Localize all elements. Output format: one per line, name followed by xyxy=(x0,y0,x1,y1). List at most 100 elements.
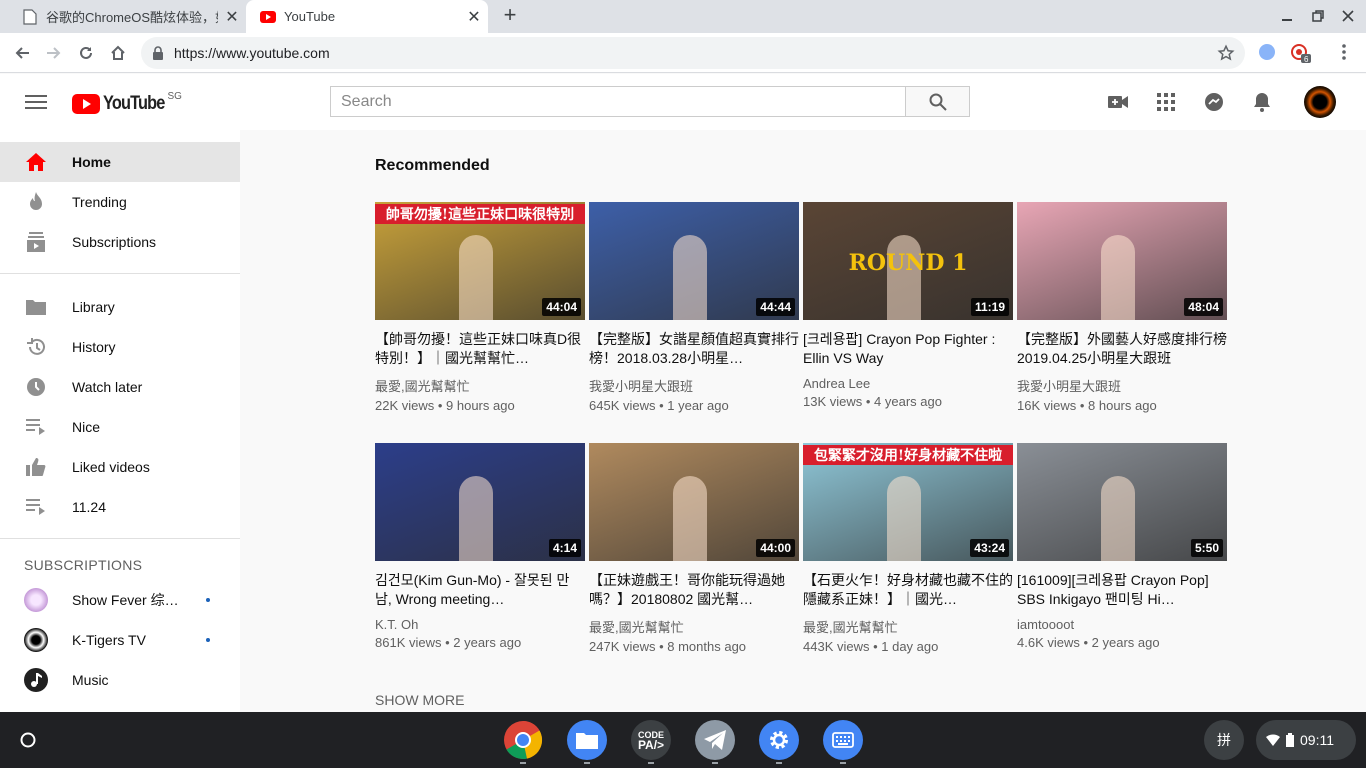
video-card[interactable]: 44:44 【完整版】女諧星顏值超真實排行榜！2018.03.28小明星… 我愛小明… xyxy=(589,202,799,413)
new-tab-button[interactable]: + xyxy=(498,4,522,28)
files-icon[interactable] xyxy=(567,720,607,760)
sidebar-item-history[interactable]: History xyxy=(0,327,240,367)
video-title[interactable]: 【完整版】外國藝人好感度排行榜2019.04.25小明星大跟班 xyxy=(1017,330,1227,368)
telegram-icon[interactable] xyxy=(695,720,735,760)
video-title[interactable]: 김건모(Kim Gun-Mo) - 잘못된 만남, Wrong meeting… xyxy=(375,571,585,609)
video-meta: 247K views • 8 months ago xyxy=(589,639,747,654)
account-avatar[interactable] xyxy=(1304,86,1336,118)
sidebar-item-liked-videos[interactable]: Liked videos xyxy=(0,447,240,487)
video-duration: 44:00 xyxy=(756,539,795,557)
forward-icon[interactable] xyxy=(42,41,66,65)
sidebar-item-home[interactable]: Home xyxy=(0,142,240,182)
playlist-icon xyxy=(24,495,48,519)
video-card[interactable]: 5:50 [161009][크레용팝 Crayon Pop] SBS Inkiga… xyxy=(1017,443,1227,650)
video-thumbnail[interactable]: 5:50 xyxy=(1017,443,1227,561)
close-tab-icon[interactable]: ✕ xyxy=(460,7,488,27)
subscription-label: Show Fever 综… xyxy=(72,592,179,608)
input-method-indicator[interactable]: 拼 xyxy=(1204,720,1244,760)
video-thumbnail[interactable]: 4:14 xyxy=(375,443,585,561)
channel-name[interactable]: 最愛,國光幫幫忙 xyxy=(375,376,585,395)
channel-name[interactable]: 我愛小明星大跟班 xyxy=(589,376,799,395)
video-title[interactable]: 【帥哥勿擾！這些正妹口味真D很特別！】｜國光幫幫忙… xyxy=(375,330,585,368)
video-card[interactable]: 48:04 【完整版】外國藝人好感度排行榜2019.04.25小明星大跟班我愛小明… xyxy=(1017,202,1227,413)
video-thumbnail[interactable]: 包緊緊才沒用!好身材藏不住啦 43:24 xyxy=(803,443,1013,561)
video-card[interactable]: 4:14 김건모(Kim Gun-Mo) - 잘못된 만남, Wrong meet… xyxy=(375,443,585,650)
sidebar-item-label: Nice xyxy=(72,419,101,435)
battery-icon xyxy=(1286,733,1294,747)
video-title[interactable]: [161009][크레용팝 Crayon Pop] SBS Inkigayo 팬… xyxy=(1017,571,1227,609)
extension-target-icon[interactable]: 6 xyxy=(1291,44,1311,69)
video-meta: 13K views • 4 years ago xyxy=(803,394,942,409)
video-card[interactable]: 包緊緊才沒用!好身材藏不住啦 43:24 【石更火乍！好身材藏也藏不住的隱藏系正妹！… xyxy=(803,443,1013,654)
channel-name[interactable]: Andrea Lee xyxy=(803,376,1013,391)
hamburger-menu-icon[interactable] xyxy=(24,90,48,114)
channel-name[interactable]: 我愛小明星大跟班 xyxy=(1017,376,1227,395)
video-meta: 22K views • 9 hours ago xyxy=(375,398,515,413)
create-video-icon[interactable] xyxy=(1106,90,1130,114)
channel-name[interactable]: K.T. Oh xyxy=(375,617,585,632)
sidebar-item-watch-later[interactable]: Watch later xyxy=(0,367,240,407)
settings-icon[interactable] xyxy=(759,720,799,760)
video-thumbnail[interactable]: 48:04 xyxy=(1017,202,1227,320)
video-thumbnail[interactable]: ROUND 1 11:19 xyxy=(803,202,1013,320)
subscription-item[interactable]: Show Fever 综… xyxy=(0,580,240,620)
close-tab-icon[interactable]: ✕ xyxy=(218,7,246,27)
wifi-icon xyxy=(1266,734,1280,746)
show-more-button[interactable]: SHOW MORE xyxy=(375,692,464,708)
music-icon xyxy=(24,668,48,692)
video-thumbnail[interactable]: 44:00 xyxy=(589,443,799,561)
running-indicator xyxy=(776,762,782,764)
browser-tab-active[interactable]: YouTube ✕ xyxy=(246,0,488,33)
messages-icon[interactable] xyxy=(1202,90,1226,114)
video-title[interactable]: 【石更火乍！好身材藏也藏不住的隱藏系正妹！】｜國光… xyxy=(803,571,1013,609)
tab-title: 谷歌的ChromeOS酷炫体验，如 xyxy=(46,10,218,25)
search-button[interactable] xyxy=(905,86,970,117)
video-meta: 645K views • 1 year ago xyxy=(589,398,729,413)
sidebar-divider xyxy=(0,538,240,539)
youtube-logo[interactable]: YouTube SG xyxy=(72,91,189,115)
bookmark-star-icon[interactable] xyxy=(1217,44,1235,67)
video-card[interactable]: 44:00 【正妹遊戲王！哥你能玩得過她嗎？】20180802 國光幫… 最愛,國光… xyxy=(589,443,799,654)
notifications-bell-icon[interactable] xyxy=(1250,90,1274,114)
thumbnail-figure xyxy=(673,235,707,320)
browser-tab-inactive[interactable]: 谷歌的ChromeOS酷炫体验，如 ✕ xyxy=(8,0,246,33)
sidebar-item-trending[interactable]: Trending xyxy=(0,182,240,222)
minimize-icon[interactable] xyxy=(1279,8,1295,24)
sidebar-item-subscriptions[interactable]: Subscriptions xyxy=(0,222,240,262)
video-thumbnail[interactable]: 帥哥勿擾!這些正妹口味很特別 44:04 xyxy=(375,202,585,320)
extension-circle-icon[interactable] xyxy=(1259,44,1275,65)
browser-menu-icon[interactable] xyxy=(1336,43,1352,66)
keyboard-icon[interactable] xyxy=(823,720,863,760)
search-input[interactable]: Search xyxy=(330,86,906,117)
video-card[interactable]: 帥哥勿擾!這些正妹口味很特別 44:04 【帥哥勿擾！這些正妹口味真D很特別！】｜國… xyxy=(375,202,585,413)
close-window-icon[interactable] xyxy=(1340,8,1356,24)
status-tray[interactable]: 09:11 xyxy=(1256,720,1356,760)
apps-grid-icon[interactable] xyxy=(1154,90,1178,114)
video-title[interactable]: [크레용팝] Crayon Pop Fighter : Ellin VS Way xyxy=(803,330,1013,368)
code-pad-icon[interactable]: CODE PA/> xyxy=(631,720,671,760)
video-duration: 48:04 xyxy=(1184,298,1223,316)
subscriptions-heading: SUBSCRIPTIONS xyxy=(24,557,143,573)
subscription-item[interactable]: Music xyxy=(0,660,240,700)
back-icon[interactable] xyxy=(10,41,34,65)
subscription-item[interactable]: K-Tigers TV xyxy=(0,620,240,660)
sidebar-item-11-24[interactable]: 11.24 xyxy=(0,487,240,527)
restore-icon[interactable] xyxy=(1310,8,1326,24)
video-card[interactable]: ROUND 1 11:19 [크레용팝] Crayon Pop Fighter : … xyxy=(803,202,1013,409)
sidebar-item-library[interactable]: Library xyxy=(0,287,240,327)
video-title[interactable]: 【正妹遊戲王！哥你能玩得過她嗎？】20180802 國光幫… xyxy=(589,571,799,609)
browser-toolbar: https://www.youtube.com 6 xyxy=(0,33,1366,73)
reload-icon[interactable] xyxy=(74,41,98,65)
sidebar-item-nice[interactable]: Nice xyxy=(0,407,240,447)
video-meta: 16K views • 8 hours ago xyxy=(1017,398,1157,413)
address-bar[interactable]: https://www.youtube.com xyxy=(141,37,1245,69)
home-icon[interactable] xyxy=(106,41,130,65)
video-meta: 4.6K views • 2 years ago xyxy=(1017,635,1160,650)
video-thumbnail[interactable]: 44:44 xyxy=(589,202,799,320)
channel-name[interactable]: 最愛,國光幫幫忙 xyxy=(803,617,1013,636)
chrome-icon[interactable] xyxy=(503,720,543,760)
channel-name[interactable]: iamtoooot xyxy=(1017,617,1227,632)
channel-name[interactable]: 最愛,國光幫幫忙 xyxy=(589,617,799,636)
launcher-button[interactable] xyxy=(12,724,44,756)
video-title[interactable]: 【完整版】女諧星顏值超真實排行榜！2018.03.28小明星… xyxy=(589,330,799,368)
